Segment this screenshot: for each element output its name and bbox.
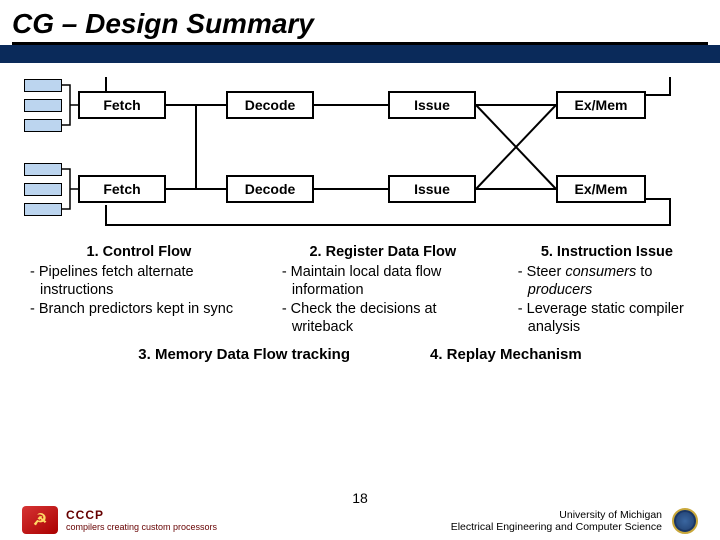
pipeline-diagram: Fetch Decode Issue Ex/Mem Fetch Decode I… (10, 77, 710, 237)
block-line: - Leverage static compiler analysis (508, 300, 706, 337)
block-title: 1. Control Flow (20, 243, 258, 262)
block-title: 2. Register Data Flow (272, 243, 494, 262)
stage-exmem: Ex/Mem (556, 91, 646, 119)
block-title: 5. Instruction Issue (508, 243, 706, 262)
block-line: - Maintain local data flow information (272, 263, 494, 300)
block-line: - Steer consumers to producers (508, 263, 706, 300)
text: to (636, 264, 652, 280)
block-title: 4. Replay Mechanism (430, 345, 582, 364)
footer-tagline: compilers creating custom processors (66, 522, 217, 532)
stage-decode: Decode (226, 175, 314, 203)
block-control-flow: 1. Control Flow - Pipelines fetch altern… (20, 243, 258, 337)
block-memory-data-flow: 3. Memory Data Flow tracking (138, 345, 350, 365)
block-title: 3. Memory Data Flow tracking (138, 345, 350, 364)
text: - Steer (518, 264, 566, 280)
text-blocks-row2: 3. Memory Data Flow tracking 4. Replay M… (0, 337, 720, 365)
text-blocks-row1: 1. Control Flow - Pipelines fetch altern… (0, 237, 720, 337)
stage-decode: Decode (226, 91, 314, 119)
stage-issue: Issue (388, 175, 476, 203)
footer-department: Electrical Engineering and Computer Scie… (451, 521, 662, 533)
footer-right: University of Michigan Electrical Engine… (451, 508, 698, 534)
block-register-data-flow: 2. Register Data Flow - Maintain local d… (272, 243, 494, 337)
block-replay-mechanism: 4. Replay Mechanism (430, 345, 582, 365)
header-bar (0, 45, 720, 63)
title-area: CG – Design Summary (0, 0, 720, 45)
footer-acronym: CCCP (66, 508, 217, 522)
stage-fetch: Fetch (78, 91, 166, 119)
slide-title: CG – Design Summary (12, 8, 708, 40)
stage-exmem: Ex/Mem (556, 175, 646, 203)
stage-fetch: Fetch (78, 175, 166, 203)
cccp-logo-icon (22, 506, 58, 534)
block-line: - Branch predictors kept in sync (20, 300, 258, 319)
um-seal-icon (672, 508, 698, 534)
block-line: - Pipelines fetch alternate instructions (20, 263, 258, 300)
block-line: - Check the decisions at writeback (272, 300, 494, 337)
text-italic: consumers (565, 264, 636, 280)
footer: CCCP compilers creating custom processor… (0, 506, 720, 534)
footer-university: University of Michigan (451, 509, 662, 521)
footer-left: CCCP compilers creating custom processor… (22, 506, 217, 534)
block-instruction-issue: 5. Instruction Issue - Steer consumers t… (508, 243, 706, 337)
stage-issue: Issue (388, 91, 476, 119)
text-italic: producers (528, 282, 592, 298)
page-number: 18 (352, 490, 368, 506)
